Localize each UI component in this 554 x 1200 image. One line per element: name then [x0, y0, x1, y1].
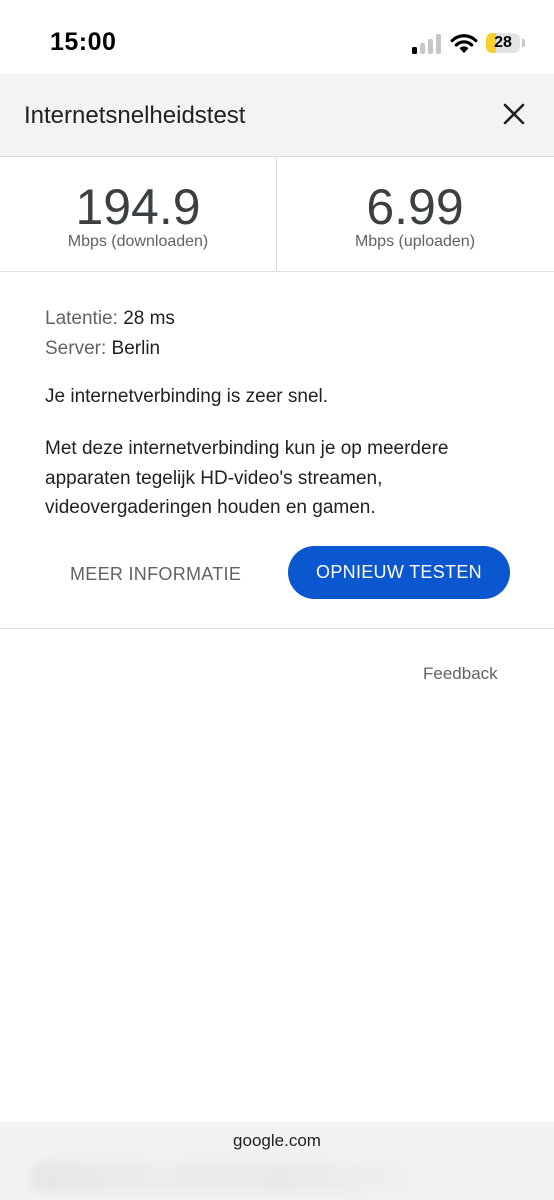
- more-info-button[interactable]: MEER INFORMATIE: [60, 548, 251, 600]
- server-row: Server: Berlin: [45, 338, 160, 360]
- battery-body: 28: [486, 33, 520, 53]
- speedtest-details: Latentie: 28 ms Server: Berlin Je intern…: [0, 272, 554, 629]
- retest-button[interactable]: OPNIEUW TESTEN: [288, 546, 510, 599]
- cellular-signal-icon: [412, 34, 441, 54]
- browser-address-bar[interactable]: google.com: [0, 1122, 554, 1200]
- status-time: 15:00: [50, 28, 117, 56]
- page-title: Internetsnelheidstest: [24, 102, 246, 129]
- battery-level-text: 28: [494, 34, 512, 51]
- close-icon: [503, 103, 525, 125]
- latency-label: Latentie:: [45, 308, 118, 329]
- wifi-icon: [450, 34, 478, 53]
- battery-tip: [522, 39, 525, 47]
- speed-results: 194.9 Mbps (downloaden) 6.99 Mbps (uploa…: [0, 157, 554, 272]
- upload-speed-value: 6.99: [366, 179, 464, 235]
- download-speed-value: 194.9: [75, 179, 201, 235]
- server-value: Berlin: [111, 338, 161, 359]
- server-label: Server:: [45, 338, 107, 359]
- close-button[interactable]: [494, 94, 534, 134]
- connection-description: Met deze internetverbinding kun je op me…: [45, 438, 449, 518]
- speedtest-header: Internetsnelheidstest: [0, 74, 554, 157]
- latency-row: Latentie: 28 ms: [45, 308, 175, 330]
- upload-speed-unit: Mbps (uploaden): [354, 233, 476, 250]
- download-result: 194.9 Mbps (downloaden): [0, 157, 276, 271]
- feedback-link[interactable]: Feedback: [423, 664, 498, 684]
- url-text[interactable]: google.com: [0, 1131, 554, 1151]
- status-bar: 15:00 28: [0, 0, 554, 74]
- blurred-toolbar: [30, 1162, 410, 1192]
- download-speed-unit: Mbps (downloaden): [67, 233, 209, 250]
- latency-value: 28 ms: [123, 308, 175, 329]
- connection-summary: Je internetverbinding is zeer snel.: [45, 386, 329, 407]
- battery-indicator: 28: [486, 33, 526, 55]
- upload-result: 6.99 Mbps (uploaden): [277, 157, 553, 271]
